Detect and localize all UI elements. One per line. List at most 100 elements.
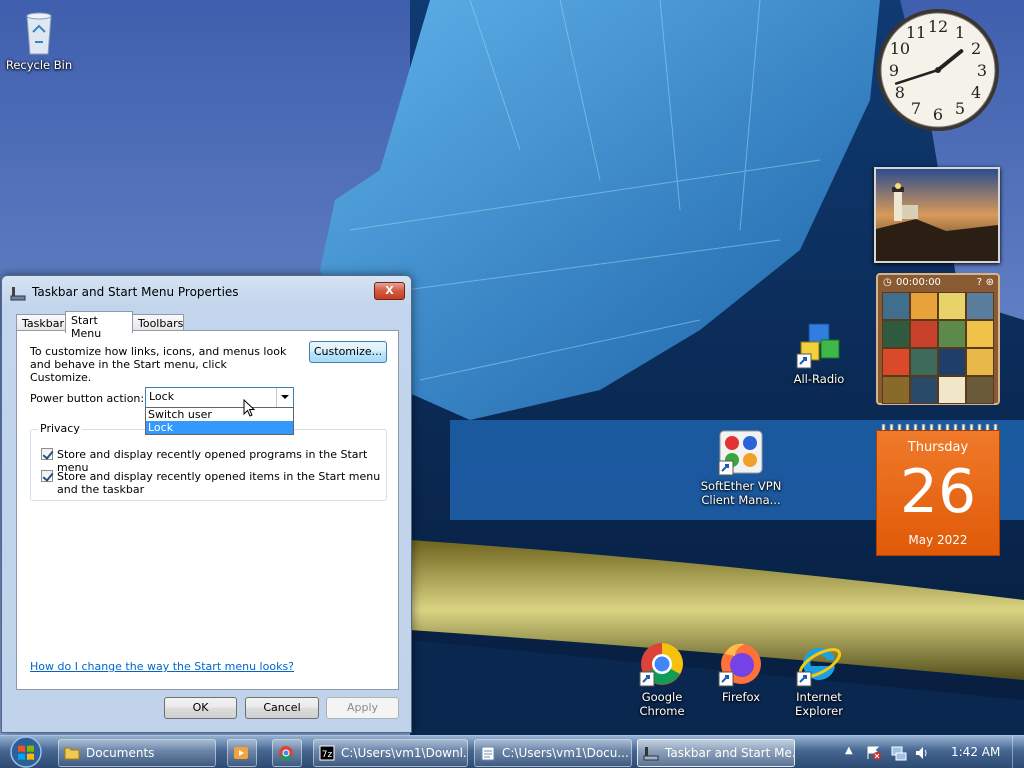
windows-logo-icon [10, 736, 42, 768]
puzzle-tile[interactable] [966, 292, 994, 320]
clock-number: 12 [928, 17, 948, 36]
dialog-titlebar[interactable]: Taskbar and Start Menu Properties X [2, 276, 411, 306]
chrome-shortcut[interactable]: Google Chrome [620, 640, 704, 718]
recycle-bin-label: Recycle Bin [5, 58, 73, 72]
apply-button[interactable]: Apply [326, 697, 399, 719]
taskbar-item-documents[interactable]: Documents [58, 739, 216, 767]
timer-icon: ◷ [883, 277, 892, 288]
media-player-icon [234, 747, 248, 759]
clock-number: 3 [977, 61, 987, 80]
puzzle-tile[interactable] [966, 376, 994, 404]
taskbar-item-properties[interactable]: Taskbar and Start Me... [637, 739, 795, 767]
puzzle-tile[interactable] [910, 376, 938, 404]
calendar-weekday: Thursday [907, 440, 969, 455]
recent-items-checkbox[interactable] [41, 470, 53, 482]
puzzle-toolbar: ◷ 00:00:00 ? ⊛ [880, 276, 996, 290]
puzzle-tile[interactable] [910, 348, 938, 376]
softether-vpn-label: SoftEther VPN Client Mana... [700, 479, 782, 507]
help-icon[interactable]: ? [977, 276, 982, 290]
option-switch-user[interactable]: Switch user [146, 408, 293, 421]
taskbar-properties-icon [10, 287, 26, 301]
internet-explorer-icon [796, 647, 842, 687]
recent-programs-checkbox[interactable] [41, 448, 53, 460]
puzzle-tile[interactable] [966, 320, 994, 348]
clock-face: 12 1234567891011 [877, 9, 999, 131]
taskbar-item-notepad[interactable]: C:\Users\vm1\Docu... [474, 739, 632, 767]
clock-number: 2 [971, 39, 981, 58]
all-radio-icon [796, 323, 840, 369]
help-link[interactable]: How do I change the way the Start menu l… [30, 660, 294, 673]
clock-gadget[interactable]: 12 1 2 3 4 5 6 7 8 9 10 11 [874, 6, 1002, 134]
taskbar-item-label: Documents [86, 746, 155, 760]
tab-start-menu[interactable]: Start Menu [65, 311, 133, 340]
taskbar-item-7zip[interactable]: 7z C:\Users\vm1\Downl... [313, 739, 468, 767]
mouse-cursor-icon [243, 399, 256, 417]
option-lock[interactable]: Lock [146, 421, 293, 434]
taskbar: Documents 7z C:\Users\vm1\Downl... C:\Us… [0, 735, 1024, 768]
chrome-icon [639, 643, 683, 687]
clock-number: 4 [971, 83, 981, 102]
picture-puzzle-gadget[interactable]: ◷ 00:00:00 ? ⊛ [876, 273, 1000, 405]
recycle-bin-shortcut[interactable]: Recycle Bin [0, 8, 81, 72]
puzzle-tile[interactable] [966, 348, 994, 376]
taskbar-item-chrome[interactable] [272, 739, 302, 767]
puzzle-tile[interactable] [882, 292, 910, 320]
ok-button[interactable]: OK [164, 697, 237, 719]
close-icon: X [385, 284, 394, 297]
action-center-icon[interactable] [866, 745, 882, 761]
recycle-bin-icon [26, 12, 52, 55]
puzzle-tile[interactable] [938, 376, 966, 404]
taskbar-item-label: C:\Users\vm1\Downl... [341, 746, 468, 760]
svg-text:7z: 7z [322, 750, 333, 760]
cancel-button[interactable]: Cancel [245, 697, 319, 719]
clock-number: 6 [933, 105, 943, 124]
power-button-select[interactable]: Lock [145, 387, 294, 408]
clock-number: 5 [955, 99, 965, 118]
power-button-dropdown: Switch user Lock [145, 407, 294, 435]
privacy-legend: Privacy [38, 422, 82, 435]
puzzle-tile[interactable] [882, 320, 910, 348]
firefox-icon [718, 643, 761, 687]
solve-icon[interactable]: ⊛ [986, 276, 994, 290]
folder-icon [64, 747, 80, 760]
puzzle-tile[interactable] [938, 348, 966, 376]
clock-center [935, 67, 941, 73]
slideshow-gadget[interactable] [874, 167, 1000, 263]
power-button-value: Lock [149, 390, 175, 403]
start-menu-panel: To customize how links, icons, and menus… [16, 330, 399, 690]
firefox-label: Firefox [721, 690, 761, 704]
puzzle-board[interactable] [882, 292, 994, 404]
puzzle-tile[interactable] [938, 320, 966, 348]
puzzle-tile[interactable] [910, 292, 938, 320]
chrome-label: Google Chrome [639, 690, 685, 718]
close-button[interactable]: X [374, 282, 405, 300]
puzzle-timer: 00:00:00 [896, 277, 941, 288]
network-icon[interactable] [891, 745, 907, 761]
firefox-shortcut[interactable]: Firefox [699, 640, 783, 704]
dialog-title: Taskbar and Start Menu Properties [32, 285, 239, 299]
7zip-icon: 7z [319, 745, 335, 761]
privacy-group: Privacy Store and display recently opene… [30, 422, 387, 501]
calendar-gadget[interactable]: Thursday 26 May 2022 [876, 424, 1000, 556]
start-button[interactable] [6, 736, 46, 768]
softether-vpn-shortcut[interactable]: SoftEther VPN Client Mana... [699, 429, 783, 507]
internet-explorer-label: Internet Explorer [795, 690, 843, 718]
chevron-down-icon[interactable] [276, 388, 293, 407]
puzzle-tile[interactable] [938, 292, 966, 320]
all-radio-label: All-Radio [793, 372, 845, 386]
taskbar-item-media-player[interactable] [227, 739, 257, 767]
puzzle-tile[interactable] [882, 348, 910, 376]
all-radio-shortcut[interactable]: All-Radio [777, 322, 861, 386]
taskbar-start-menu-properties-dialog: Taskbar and Start Menu Properties X Task… [1, 275, 412, 733]
volume-icon[interactable] [914, 745, 930, 761]
recent-items-label[interactable]: Store and display recently opened items … [57, 470, 382, 496]
show-desktop-button[interactable] [1012, 736, 1024, 768]
puzzle-tile[interactable] [882, 376, 910, 404]
taskbar-clock[interactable]: 1:42 AM [951, 745, 1000, 759]
clock-number: 9 [889, 61, 899, 80]
internet-explorer-shortcut[interactable]: Internet Explorer [777, 640, 861, 718]
show-hidden-icons-icon[interactable]: ▲ [845, 745, 853, 756]
intro-text: To customize how links, icons, and menus… [30, 345, 287, 384]
puzzle-tile[interactable] [910, 320, 938, 348]
customize-button[interactable]: Customize... [309, 341, 387, 363]
